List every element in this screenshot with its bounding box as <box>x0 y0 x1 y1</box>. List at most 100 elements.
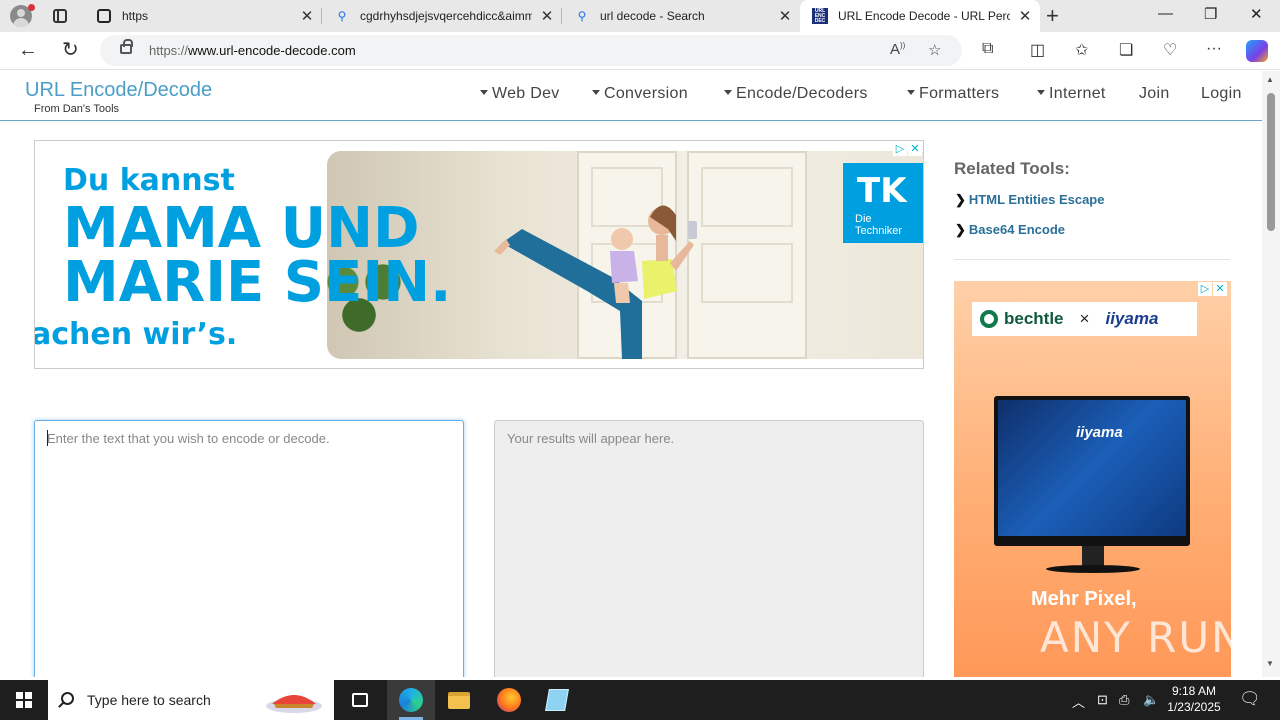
scrollbar-thumb[interactable] <box>1267 93 1275 231</box>
ad-close-icon[interactable]: ✕ <box>908 142 922 156</box>
page-scrollbar[interactable]: ▲ ▼ <box>1262 71 1280 677</box>
split-screen-icon[interactable]: ◫ <box>1030 40 1045 60</box>
menu-join[interactable]: Join <box>1139 85 1170 103</box>
menu-encode-decoders[interactable]: Encode/Decoders <box>724 85 868 103</box>
search-icon: ⚲ <box>577 9 587 23</box>
favorites-icon[interactable]: ✩ <box>1075 40 1088 60</box>
minimize-icon[interactable]: — <box>1158 5 1173 22</box>
site-favicon: URL ENC DEC <box>812 8 828 24</box>
ad-slogan: Mehr Pixel, <box>1031 588 1137 610</box>
system-clock[interactable]: 9:18 AM 1/23/2025 <box>1166 683 1222 715</box>
adchoices-icon[interactable]: ▷ <box>1198 282 1212 296</box>
tab-close-icon[interactable]: ✕ <box>770 7 800 25</box>
close-window-icon[interactable]: ✕ <box>1250 5 1263 23</box>
collections-icon[interactable]: ❏ <box>1119 40 1133 60</box>
encode-input-textarea[interactable]: Enter the text that you wish to encode o… <box>34 420 464 677</box>
menu-web-dev[interactable]: Web Dev <box>480 85 560 103</box>
edge-taskbar-icon[interactable] <box>387 680 435 720</box>
notifications-icon[interactable]: 🗨 <box>1239 689 1261 709</box>
tab-close-icon[interactable]: ✕ <box>292 7 322 25</box>
input-placeholder: Enter the text that you wish to encode o… <box>47 431 330 446</box>
ad-brand-bar: bechtle × iiyama <box>972 302 1197 336</box>
address-bar[interactable]: https://www.url-encode-decode.com A)) ☆ <box>100 35 962 66</box>
web-page: URL Encode/Decode From Dan's Tools Web D… <box>0 71 1262 677</box>
tab-search-query[interactable]: ⚲ cgdrhyhsdjejsvqercehdicc&aimm ✕ <box>322 0 562 32</box>
ad-headline-line3: MARIE SEIN. <box>63 250 452 315</box>
chevron-right-icon: ❯ <box>955 192 966 207</box>
search-highlight-pie-icon <box>266 695 322 713</box>
tab-url-encode-decode[interactable]: URL ENC DEC URL Encode Decode - URL Perc… <box>800 0 1040 32</box>
tab-title: URL Encode Decode - URL Percent <box>838 9 1010 23</box>
adchoices-icon[interactable]: ▷ <box>893 142 907 156</box>
firefox-icon[interactable] <box>485 680 533 720</box>
search-icon <box>61 692 74 705</box>
read-aloud-icon[interactable]: A)) <box>890 41 905 58</box>
sidebar-divider <box>954 259 1230 260</box>
scroll-up-arrow-icon[interactable]: ▲ <box>1266 75 1274 84</box>
caret-down-icon <box>592 90 600 95</box>
related-link-base64[interactable]: ❯ Base64 Encode <box>955 222 1065 238</box>
menu-login[interactable]: Login <box>1201 85 1242 103</box>
windows-taskbar: Type here to search ︿ ⊡ ⎙ 🔈 9:18 AM 1/23… <box>0 680 1280 720</box>
more-menu-icon[interactable]: ··· <box>1206 40 1222 58</box>
bechtle-logo-icon <box>980 310 998 328</box>
menu-conversion[interactable]: Conversion <box>592 85 688 103</box>
ad-headline-line4: achen wir’s. <box>34 317 238 352</box>
banner-advertisement[interactable]: Du kannst MAMA UND MARIE SEIN. achen wir… <box>34 140 924 369</box>
task-view-icon[interactable] <box>336 680 384 720</box>
tk-logo: TK Die Techniker <box>843 163 923 243</box>
chevron-right-icon: ❯ <box>955 222 966 237</box>
monitor-illustration: iiyama <box>994 396 1190 546</box>
tab-https[interactable]: https ✕ <box>84 0 322 32</box>
browser-essentials-icon[interactable]: ♡ <box>1163 40 1177 60</box>
back-arrow-icon[interactable]: ← <box>18 39 38 61</box>
extensions-icon[interactable]: ⧉ <box>982 40 993 58</box>
ad-headline-line1: Du kannst <box>63 163 235 198</box>
site-header: URL Encode/Decode From Dan's Tools Web D… <box>0 71 1262 121</box>
windows-start-icon[interactable] <box>16 692 32 708</box>
volume-icon[interactable]: 🔈 <box>1143 692 1159 708</box>
tab-close-icon[interactable]: ✕ <box>1010 7 1040 25</box>
site-brand-subtitle: From Dan's Tools <box>34 103 120 115</box>
related-tools-heading: Related Tools: <box>954 159 1070 178</box>
restore-icon[interactable]: ❐ <box>1204 5 1217 23</box>
search-icon: ⚲ <box>337 9 347 23</box>
caret-down-icon <box>907 90 915 95</box>
ad-close-icon[interactable]: ✕ <box>1213 282 1227 296</box>
results-output-textarea[interactable]: Your results will appear here. <box>494 420 924 677</box>
menu-formatters[interactable]: Formatters <box>907 85 999 103</box>
refresh-icon[interactable]: ↻ <box>62 39 79 61</box>
tab-strip: https ✕ ⚲ cgdrhyhsdjejsvqercehdicc&aimm … <box>0 0 1280 32</box>
scroll-down-arrow-icon[interactable]: ▼ <box>1266 659 1274 668</box>
browser-toolbar: ← ↻ https://www.url-encode-decode.com A)… <box>0 32 1280 70</box>
taskbar-search-box[interactable]: Type here to search <box>48 680 334 720</box>
tab-title: https <box>122 9 149 23</box>
anyrun-watermark: ANY RUN <box>1040 613 1245 662</box>
caret-down-icon <box>480 90 488 95</box>
ad-headline-line2: MAMA UND <box>63 196 420 261</box>
menu-internet[interactable]: Internet <box>1037 85 1106 103</box>
caret-down-icon <box>724 90 732 95</box>
network-status-icon[interactable]: ⊡ <box>1097 692 1108 708</box>
address-url[interactable]: https://www.url-encode-decode.com <box>149 43 356 58</box>
notepad-app-icon[interactable] <box>533 680 581 720</box>
output-placeholder: Your results will appear here. <box>507 431 675 446</box>
file-explorer-icon[interactable] <box>435 680 483 720</box>
ad-woman-illustration <box>494 205 697 359</box>
tab-title: cgdrhyhsdjejsvqercehdicc&aimm <box>360 9 532 23</box>
related-link-html-entities[interactable]: ❯ HTML Entities Escape <box>955 192 1104 208</box>
favorite-star-icon[interactable]: ☆ <box>928 41 941 59</box>
https-page-icon <box>96 8 112 24</box>
tab-close-icon[interactable]: ✕ <box>532 7 562 25</box>
copilot-icon[interactable] <box>1246 40 1268 62</box>
tab-actions-icon[interactable] <box>53 9 67 23</box>
tab-url-decode-search[interactable]: ⚲ url decode - Search ✕ <box>562 0 800 32</box>
new-tab-icon[interactable]: + <box>1046 3 1059 29</box>
lock-icon[interactable] <box>120 39 133 54</box>
profile-notification-badge <box>28 4 35 11</box>
caret-down-icon <box>1037 90 1045 95</box>
show-hidden-icons-chevron-icon[interactable]: ︿ <box>1072 692 1085 711</box>
wired-network-icon[interactable]: ⎙ <box>1119 692 1129 708</box>
tab-title: url decode - Search <box>600 9 705 23</box>
site-brand-link[interactable]: URL Encode/Decode <box>25 79 212 102</box>
